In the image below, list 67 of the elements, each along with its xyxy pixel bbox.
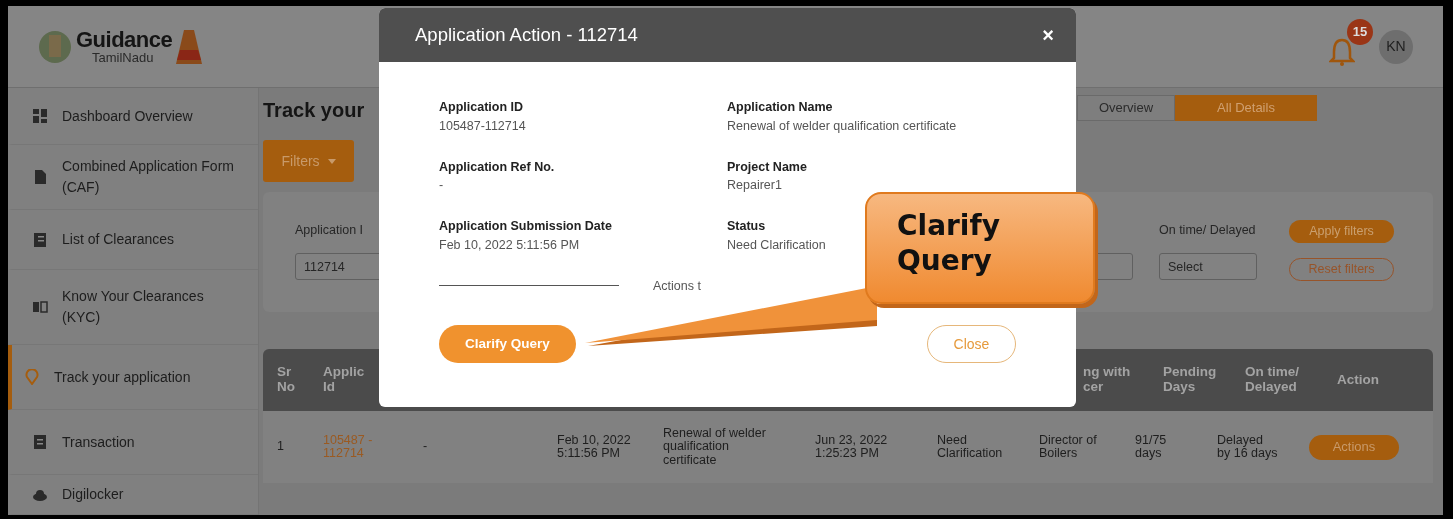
- modal-title: Application Action - 112714: [415, 23, 638, 48]
- table-cell-text: Need Clarification: [937, 433, 1004, 461]
- user-avatar[interactable]: KN: [1379, 29, 1413, 64]
- field-label: Application Submission Date: [439, 218, 612, 235]
- brand-name: Guidance: [76, 29, 173, 51]
- field-value: Repairer1: [727, 177, 782, 195]
- field-value: Renewal of welder qualification certificate: [727, 117, 957, 135]
- select-field[interactable]: Select: [1159, 253, 1257, 280]
- field-label: Project Name: [727, 158, 807, 176]
- page-title: Track your: [263, 98, 365, 123]
- field-value: 105487-112714: [439, 117, 526, 135]
- sidebar-label: Digilocker: [62, 485, 124, 504]
- column-header: Sr No: [277, 365, 296, 395]
- view-tab[interactable]: All Details: [1175, 95, 1317, 121]
- column-header: Applic Id: [323, 365, 366, 395]
- table-cell-text: Feb 10, 2022 5:11:56 PM: [557, 433, 632, 461]
- grid-icon: [32, 108, 48, 124]
- sidebar-item[interactable]: Dashboard Overview: [8, 88, 258, 145]
- sidebar-item[interactable]: Digilocker: [8, 475, 258, 515]
- view-tab[interactable]: Overview: [1077, 95, 1175, 121]
- sidebar-item[interactable]: List of Clearances: [8, 210, 258, 270]
- field-value: Need Clarification: [727, 236, 826, 254]
- field-value: -: [439, 177, 444, 195]
- caret-icon: [327, 159, 336, 165]
- close-button[interactable]: ×: [1042, 20, 1054, 50]
- location-pin-icon: [24, 369, 40, 385]
- apply-filters-button[interactable]: Apply filters: [1289, 220, 1394, 243]
- sidebar-item[interactable]: Combined Application Form (CAF): [8, 145, 258, 210]
- table-cell-text: -: [423, 440, 429, 454]
- notification-badge: 15: [1347, 18, 1373, 45]
- close-button[interactable]: Close: [927, 325, 1016, 364]
- sidebar-label: List of Clearances: [62, 230, 175, 249]
- field-value: Feb 10, 2022 5:11:56 PM: [439, 236, 580, 254]
- sidebar-label: Know Your Clearances (KYC): [62, 287, 205, 327]
- table-cell-text: 91/75 days: [1135, 433, 1168, 461]
- field-label: Application Ref No.: [439, 158, 555, 176]
- emblem-logo: [38, 28, 72, 65]
- field-label: On time/ Delayed: [1159, 222, 1256, 239]
- field-label: Application ID: [439, 99, 524, 116]
- sidebar-label: Combined Application Form (CAF): [62, 157, 235, 197]
- column-header: ng with cer: [1083, 365, 1132, 395]
- tower-logo: [176, 29, 203, 64]
- bell-icon[interactable]: [1329, 36, 1355, 67]
- sidebar-item[interactable]: Know Your Clearances (KYC): [8, 270, 258, 345]
- divider-text: Actions t: [653, 277, 701, 295]
- sidebar-label: Dashboard Overview: [62, 106, 193, 126]
- column-header: Pending Days: [1163, 365, 1218, 395]
- brand-subtitle: TamilNadu: [91, 51, 155, 64]
- sidebar-item[interactable]: Transaction: [8, 410, 258, 475]
- column-header: On time/ Delayed: [1245, 365, 1300, 395]
- table-cell-text: 1: [277, 440, 285, 454]
- column-header: Action: [1337, 372, 1380, 388]
- book-icon: [32, 299, 48, 315]
- sidebar-label: Track your application: [54, 367, 191, 387]
- field-label: Application I: [295, 222, 364, 239]
- field-label: Status: [727, 218, 766, 235]
- table-cell-text: Director of Boilers: [1039, 433, 1098, 461]
- table-cell-text: Delayed by 16 days: [1217, 433, 1279, 461]
- document-icon: [32, 169, 48, 185]
- table-cell-text: Renewal of welder qualification certificate: [663, 427, 767, 467]
- sidebar-item[interactable]: Track your application: [8, 345, 258, 410]
- list-icon: [32, 231, 48, 248]
- sidebar-label: Transaction: [62, 432, 135, 452]
- table-cell-text: Jun 23, 2022 1:25:23 PM: [815, 433, 889, 461]
- list-icon: [32, 434, 48, 450]
- field-label: Application Name: [727, 99, 833, 116]
- clarify-query-button[interactable]: Clarify Query: [439, 325, 576, 364]
